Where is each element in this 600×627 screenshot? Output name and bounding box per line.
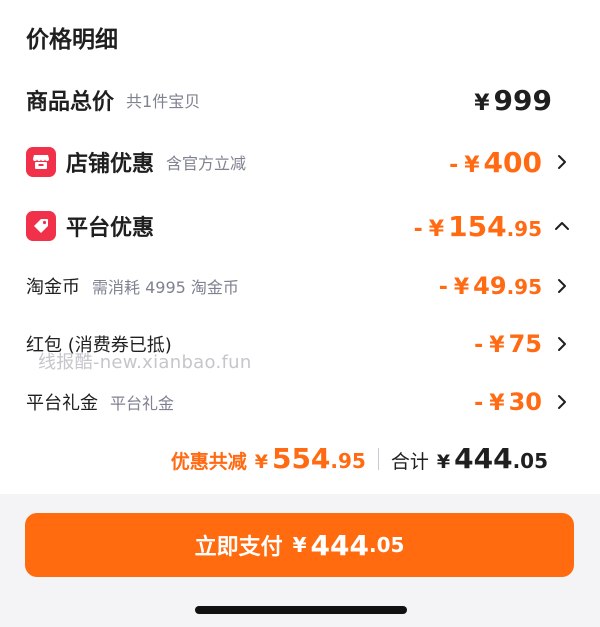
row-platform-label: 平台优惠 — [66, 216, 155, 241]
row-coins-amount: 49 — [473, 272, 507, 300]
chevron-right-icon — [554, 394, 570, 410]
row-store-minus: - — [449, 152, 459, 178]
row-coins-decimal: .95 — [506, 275, 542, 299]
tag-icon — [26, 211, 56, 241]
row-store-label: 店铺优惠 — [66, 152, 155, 177]
row-redpacket-minus: - — [474, 333, 484, 358]
row-store-currency: ¥ — [464, 152, 480, 178]
grand-total-label: 合计 — [390, 451, 429, 473]
summary-divider — [377, 447, 379, 470]
chevron-right-icon — [554, 278, 570, 294]
row-gift-amount: 30 — [508, 388, 542, 416]
row-store-discount[interactable]: 店铺优惠 含官方立减 - ¥ 400 — [0, 142, 600, 182]
row-gift[interactable]: 平台礼金 平台礼金 - ¥ 30 — [0, 382, 600, 422]
grand-total-amount: 444 — [454, 442, 513, 475]
discount-total-amount: 554 — [271, 442, 331, 475]
watermark-text: 线报酷-new.xianbao.fun — [38, 352, 252, 373]
price-detail-card: 价格明细 商品总价 共1件宝贝 ¥ 999 店铺优惠 含官方立减 - ¥ 400… — [0, 0, 600, 494]
pay-button-label: 立即支付 — [194, 535, 283, 560]
discount-total-currency: ¥ — [254, 451, 268, 473]
home-indicator[interactable] — [195, 606, 407, 614]
chevron-right-icon — [554, 154, 570, 170]
pay-button-decimal: .05 — [368, 533, 405, 557]
row-total-note: 共1件宝贝 — [126, 92, 201, 111]
grand-total-decimal: .05 — [512, 449, 548, 473]
pay-now-button[interactable]: 立即支付 ¥ 444 .05 — [25, 513, 574, 577]
row-coins-currency: ¥ — [453, 275, 470, 300]
pay-button-amount: 444 — [310, 528, 369, 562]
row-coins-note: 需消耗 4995 淘金币 — [92, 278, 239, 297]
row-total-label: 商品总价 — [26, 90, 115, 115]
pay-button-currency: ¥ — [292, 533, 307, 557]
row-redpacket-currency: ¥ — [489, 333, 505, 358]
row-coins-minus: - — [438, 275, 448, 300]
grand-total-currency: ¥ — [436, 451, 451, 473]
row-total-currency: ¥ — [474, 90, 490, 116]
row-redpacket-amount: 75 — [508, 330, 542, 358]
chevron-right-icon — [554, 336, 570, 352]
row-platform-amount: 154 — [448, 209, 507, 243]
row-store-note: 含官方立减 — [166, 154, 247, 173]
row-gift-note: 平台礼金 — [110, 394, 175, 413]
row-total-amount: 999 — [493, 83, 552, 117]
discount-total-decimal: .95 — [330, 449, 366, 473]
row-platform-discount[interactable]: 平台优惠 - ¥ 154 .95 — [0, 206, 600, 246]
row-gift-currency: ¥ — [489, 391, 505, 416]
page-title: 价格明细 — [26, 27, 118, 53]
row-gift-label: 平台礼金 — [26, 393, 98, 414]
store-icon — [26, 147, 56, 177]
row-gift-minus: - — [474, 391, 484, 416]
discount-total-label: 优惠共减 — [170, 451, 247, 473]
row-platform-decimal: .95 — [506, 216, 542, 241]
row-coins-label: 淘金币 — [26, 277, 80, 298]
row-total: 商品总价 共1件宝贝 ¥ 999 — [0, 80, 600, 120]
row-store-amount: 400 — [483, 145, 542, 179]
row-platform-currency: ¥ — [428, 216, 445, 242]
row-platform-minus: - — [413, 216, 423, 242]
chevron-up-icon — [554, 218, 570, 234]
row-coins[interactable]: 淘金币 需消耗 4995 淘金币 - ¥ 49 .95 — [0, 266, 600, 306]
price-summary: 优惠共减 ¥ 554 .95 合计 ¥ 444 .05 — [171, 442, 548, 475]
